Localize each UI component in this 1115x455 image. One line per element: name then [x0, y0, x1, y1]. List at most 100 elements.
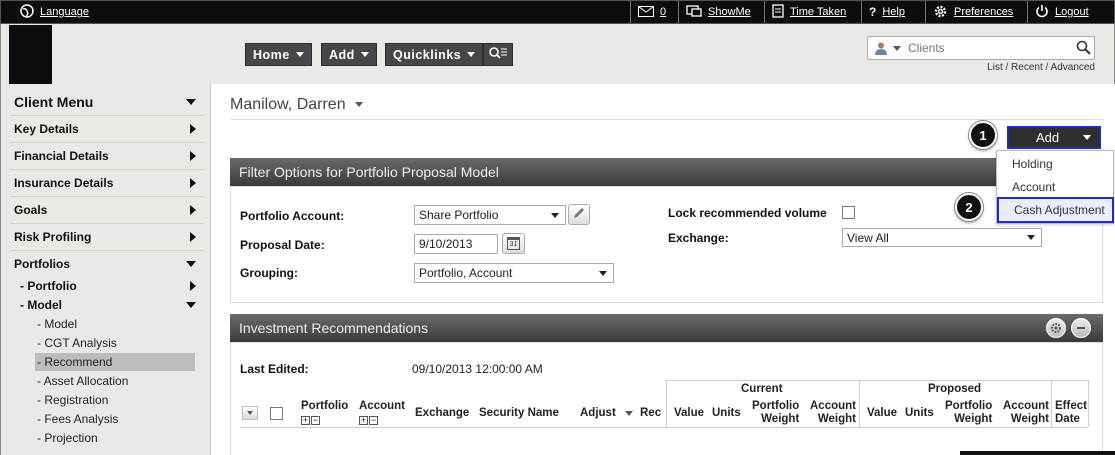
col-current-portfolio-weight[interactable]: Portfolio Weight — [752, 400, 799, 426]
search-links[interactable]: List / Recent / Advanced — [960, 62, 1095, 73]
sidebar-item-key-details[interactable]: Key Details — [14, 122, 196, 136]
showme-label: ShowMe — [708, 6, 751, 18]
chevron-down-icon[interactable] — [893, 46, 901, 51]
chevron-down-icon — [1083, 135, 1091, 140]
settings-icon[interactable] — [1046, 318, 1066, 338]
lock-volume-checkbox[interactable] — [842, 206, 855, 219]
col-proposed-units[interactable]: Units — [905, 407, 934, 420]
client-search-input[interactable] — [908, 39, 1068, 57]
row-menu-button[interactable] — [242, 406, 258, 420]
sidebar-item-risk-profiling[interactable]: Risk Profiling — [14, 230, 196, 244]
sidebar-subitem-cgt-analysis[interactable]: - CGT Analysis — [37, 334, 197, 352]
select-all-checkbox[interactable] — [270, 407, 283, 420]
sidebar-item-insurance-details[interactable]: Insurance Details — [14, 176, 196, 190]
col-current-value[interactable]: Value — [674, 407, 704, 420]
time-taken-link[interactable]: Time Taken — [764, 1, 853, 23]
col-adjust[interactable]: Adjust — [580, 407, 616, 420]
client-name-dropdown[interactable]: Manilow, Darren — [230, 96, 364, 114]
sidebar-subitem-model[interactable]: - Model — [37, 315, 197, 333]
proposal-date-label: Proposal Date: — [240, 238, 325, 252]
sidebar-item-goals[interactable]: Goals — [14, 203, 196, 217]
chevron-right-icon — [190, 281, 196, 291]
col-current-account-weight[interactable]: Account Weight — [810, 400, 856, 426]
last-edited-label: Last Edited: — [240, 362, 309, 376]
col-label-line2: Weight — [761, 413, 800, 425]
col-account[interactable]: Account + − — [359, 400, 405, 427]
exchange-label: Exchange: — [668, 231, 729, 245]
chevron-down-icon — [355, 102, 364, 108]
collapse-icon[interactable] — [1071, 318, 1091, 338]
sidebar-item-portfolios[interactable]: Portfolios — [14, 257, 196, 271]
expand-icon[interactable]: + — [301, 416, 310, 425]
showme-link[interactable]: ShowMe — [678, 1, 758, 23]
sidebar-subitem-recommend[interactable]: - Recommend — [35, 353, 195, 371]
menu-item-holding[interactable]: Holding — [997, 153, 1113, 175]
proposed-group-header: Proposed — [928, 383, 982, 395]
collapse-icon[interactable]: − — [369, 416, 378, 425]
sidebar-item-label: Risk Profiling — [14, 230, 92, 244]
top-bar: Language 0 ShowMe Time Taken ? Help Pref… — [0, 0, 1115, 24]
sidebar-item-portfolio[interactable]: - Portfolio — [20, 279, 196, 293]
chevron-down-icon — [467, 52, 476, 57]
sidebar-subitem-registration[interactable]: - Registration — [37, 391, 197, 409]
add-button-label: Add — [1036, 130, 1060, 145]
home-menu-button[interactable]: Home — [245, 43, 312, 66]
divider — [10, 223, 204, 224]
proposal-date-input[interactable]: 9/10/2013 — [414, 234, 498, 254]
current-group-header: Current — [741, 383, 783, 395]
add-menu-button[interactable]: Add — [321, 43, 377, 66]
col-label-line2: Weight — [1010, 413, 1049, 425]
col-security-name[interactable]: Security Name — [479, 407, 559, 420]
divider — [10, 142, 204, 143]
divider — [10, 169, 204, 170]
chevron-right-icon — [190, 232, 196, 242]
exchange-select[interactable]: View All — [842, 228, 1042, 247]
chevron-down-icon — [247, 411, 253, 415]
filter-panel-title: Filter Options for Portfolio Proposal Mo… — [239, 164, 499, 180]
col-portfolio[interactable]: Portfolio + − — [301, 400, 348, 427]
logout-link[interactable]: Logout — [1027, 1, 1096, 23]
portfolio-account-select[interactable]: Share Portfolio — [414, 205, 566, 225]
divider — [859, 380, 860, 427]
grouping-select[interactable]: Portfolio, Account — [414, 263, 614, 283]
col-exchange[interactable]: Exchange — [415, 407, 469, 420]
col-proposed-value[interactable]: Value — [867, 407, 897, 420]
portfolio-account-label: Portfolio Account: — [240, 209, 345, 223]
quick-search-button[interactable] — [483, 43, 513, 66]
step-callout-1: 1 — [969, 121, 997, 149]
client-menu-header[interactable]: Client Menu — [14, 94, 196, 110]
col-current-units[interactable]: Units — [712, 407, 741, 420]
sidebar-subitem-fees-analysis[interactable]: - Fees Analysis — [37, 410, 197, 428]
help-link[interactable]: ? Help — [861, 1, 912, 23]
sidebar-subitem-asset-allocation[interactable]: - Asset Allocation — [37, 372, 197, 390]
col-proposed-account-weight[interactable]: Account Weight — [1003, 400, 1049, 426]
col-label-line1: Account — [1003, 400, 1049, 412]
sidebar-item-model[interactable]: - Model — [20, 298, 196, 312]
monitor-icon — [686, 4, 702, 20]
lock-volume-label: Lock recommended volume — [668, 206, 827, 220]
col-effect-date[interactable]: Effect Date — [1055, 400, 1087, 426]
menu-item-account[interactable]: Account — [997, 176, 1113, 198]
expand-icon[interactable]: + — [359, 416, 368, 425]
calendar-button[interactable]: 31 — [502, 233, 525, 254]
col-label-line1: Effect — [1055, 400, 1087, 412]
language-label: Language — [40, 6, 89, 18]
sidebar-subitem-projection[interactable]: - Projection — [37, 429, 197, 447]
preferences-link[interactable]: Preferences — [925, 1, 1020, 23]
quicklinks-menu-button[interactable]: Quicklinks — [385, 43, 484, 66]
person-icon[interactable] — [874, 41, 888, 58]
add-holding-button[interactable]: Add — [1007, 126, 1101, 149]
edit-account-button[interactable] — [568, 204, 590, 225]
exchange-value: View All — [847, 230, 889, 245]
col-proposed-portfolio-weight[interactable]: Portfolio Weight — [945, 400, 992, 426]
col-rec[interactable]: Rec — [640, 407, 661, 420]
messages-link[interactable]: 0 — [630, 1, 673, 23]
menu-item-cash-adjustment[interactable]: Cash Adjustment — [997, 197, 1114, 223]
sidebar-item-label: Goals — [14, 203, 48, 217]
collapse-icon[interactable]: − — [311, 416, 320, 425]
sort-down-icon[interactable] — [625, 411, 633, 416]
search-icon[interactable] — [1076, 40, 1091, 58]
language-link[interactable]: Language — [13, 1, 96, 23]
sidebar-item-financial-details[interactable]: Financial Details — [14, 149, 196, 163]
divider — [666, 380, 1088, 381]
